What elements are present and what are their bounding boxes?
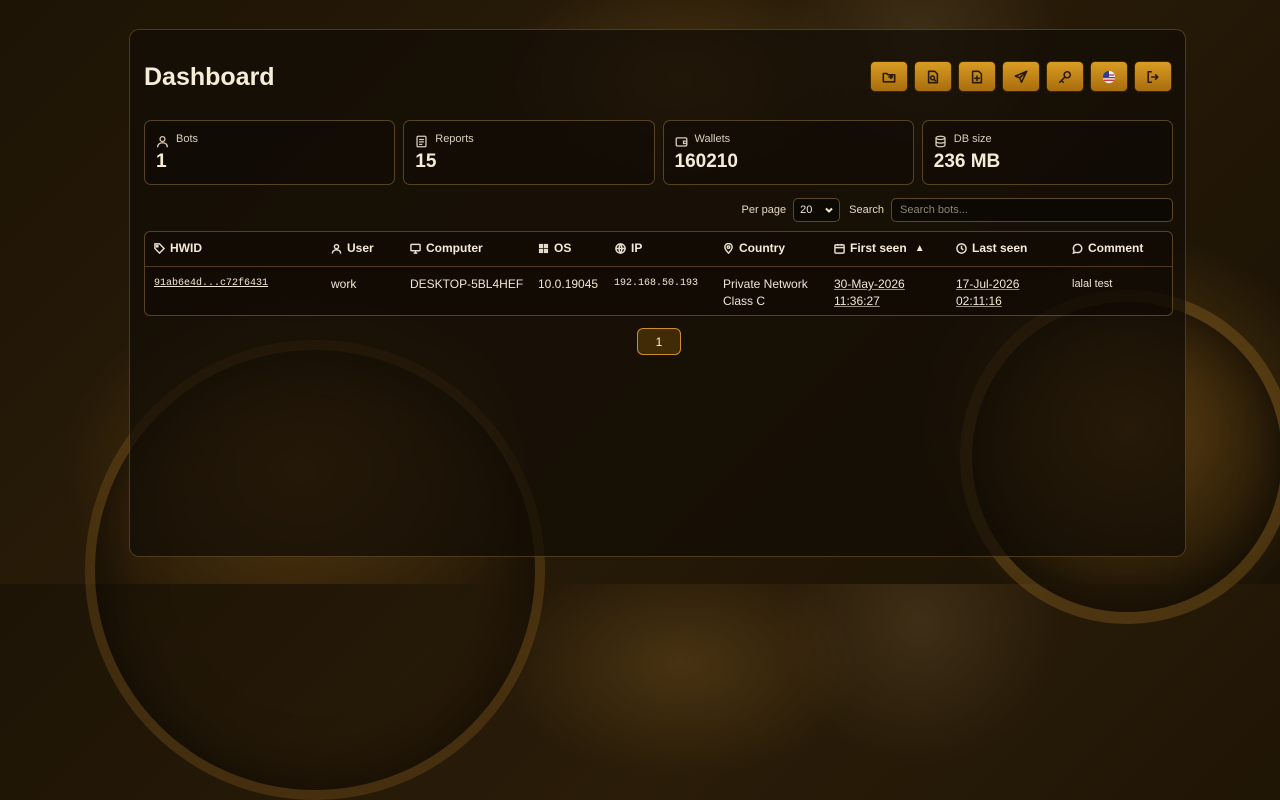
column-header-label: HWID [170, 241, 202, 255]
column-header-hwid[interactable]: HWID [154, 241, 202, 255]
search-label: Search [849, 204, 884, 216]
key-icon [1058, 70, 1072, 83]
column-header-label: Computer [426, 241, 483, 255]
column-header-first-seen[interactable]: First seen ▲ [834, 241, 925, 255]
map-pin-icon [724, 242, 733, 254]
first-seen-time: 11:36:27 [834, 294, 880, 308]
database-icon [934, 135, 947, 148]
language-button[interactable] [1090, 61, 1128, 92]
folder-export-button[interactable] [870, 61, 908, 92]
stats-row: Bots 1 Reports 15 Wallets 160210 DB size… [144, 120, 1173, 185]
column-header-label: User [347, 241, 374, 255]
user-icon [331, 243, 342, 254]
logout-button[interactable] [1134, 61, 1172, 92]
stat-label: Wallets [694, 133, 731, 145]
stat-value: 160210 [674, 151, 738, 172]
stat-card-reports: Reports 15 [403, 120, 655, 185]
file-plus-icon [971, 70, 983, 83]
report-icon [415, 135, 428, 148]
send-button[interactable] [1002, 61, 1040, 92]
table-controls: Per page 20 Search [144, 197, 1173, 223]
cell-ip: 192.168.50.193 [614, 278, 699, 289]
stat-card-db-size: DB size 236 MB [921, 120, 1173, 185]
cell-os: 10.0.19045 [538, 277, 599, 291]
chevron-down-icon [825, 207, 833, 213]
column-header-label: First seen [850, 241, 907, 255]
cell-user: work [331, 277, 357, 291]
folder-export-icon [882, 72, 896, 83]
sort-ascending-icon: ▲ [914, 242, 925, 254]
column-header-label: IP [631, 241, 643, 255]
search-input[interactable] [891, 198, 1173, 222]
bots-table: HWID User Computer OS IP Country First s… [144, 231, 1173, 316]
wallet-icon [675, 135, 688, 148]
send-icon [1014, 70, 1028, 83]
cell-country: Private Network Class C [723, 277, 808, 308]
stat-label: Bots [176, 133, 199, 145]
cell-comment: lalal test [1072, 278, 1113, 290]
column-header-os[interactable]: OS [538, 241, 571, 255]
stat-value: 236 MB [933, 151, 1001, 172]
stat-card-bots: Bots 1 [144, 120, 396, 185]
comment-icon [1072, 243, 1083, 254]
column-header-ip[interactable]: IP [615, 241, 642, 255]
per-page-select[interactable]: 20 [793, 198, 841, 222]
column-header-label: Last seen [972, 241, 1028, 255]
file-plus-button[interactable] [958, 61, 996, 92]
dashboard-panel: Dashboard Bots 1 Reports 15 Wallets 1602… [129, 29, 1186, 557]
hwid-link[interactable]: 91ab6e4d...c72f6431 [154, 275, 268, 292]
file-search-button[interactable] [914, 61, 952, 92]
per-page-value: 20 [800, 204, 813, 216]
stat-card-wallets: Wallets 160210 [662, 120, 914, 185]
us-flag-icon [1102, 70, 1116, 83]
last-seen-date: 17-Jul-2026 [956, 277, 1020, 291]
stat-value: 1 [156, 151, 167, 172]
cell-last-seen: 17-Jul-2026 02:11:16 [956, 276, 1019, 310]
clock-icon [956, 242, 967, 254]
users-icon [156, 135, 169, 148]
last-seen-time: 02:11:16 [956, 294, 1002, 308]
toolbar [870, 61, 1172, 92]
stat-label: DB size [953, 133, 992, 145]
column-header-country[interactable]: Country [723, 241, 785, 255]
tag-icon [154, 242, 165, 254]
key-button[interactable] [1046, 61, 1084, 92]
file-search-icon [927, 70, 939, 83]
stat-value: 15 [415, 151, 437, 172]
column-header-last-seen[interactable]: Last seen [956, 241, 1027, 255]
logout-icon [1147, 70, 1159, 83]
column-header-label: OS [554, 241, 572, 255]
stat-label: Reports [435, 133, 474, 145]
pagination-page-button[interactable]: 1 [637, 328, 681, 355]
first-seen-date: 30-May-2026 [834, 277, 905, 291]
table-header: HWID User Computer OS IP Country First s… [145, 232, 1172, 267]
cell-first-seen: 30-May-2026 11:36:27 [834, 276, 905, 310]
cell-computer: DESKTOP-5BL4HEF [410, 277, 524, 291]
column-header-label: Comment [1088, 241, 1144, 255]
windows-icon [538, 243, 549, 253]
globe-icon [615, 242, 626, 254]
per-page-label: Per page [741, 204, 787, 216]
page-title: Dashboard [144, 63, 275, 91]
column-header-label: Country [739, 241, 785, 255]
calendar-icon [834, 243, 845, 254]
column-header-computer[interactable]: Computer [410, 241, 483, 255]
column-header-user[interactable]: User [331, 241, 374, 255]
column-header-comment[interactable]: Comment [1072, 241, 1143, 255]
monitor-icon [410, 243, 421, 254]
